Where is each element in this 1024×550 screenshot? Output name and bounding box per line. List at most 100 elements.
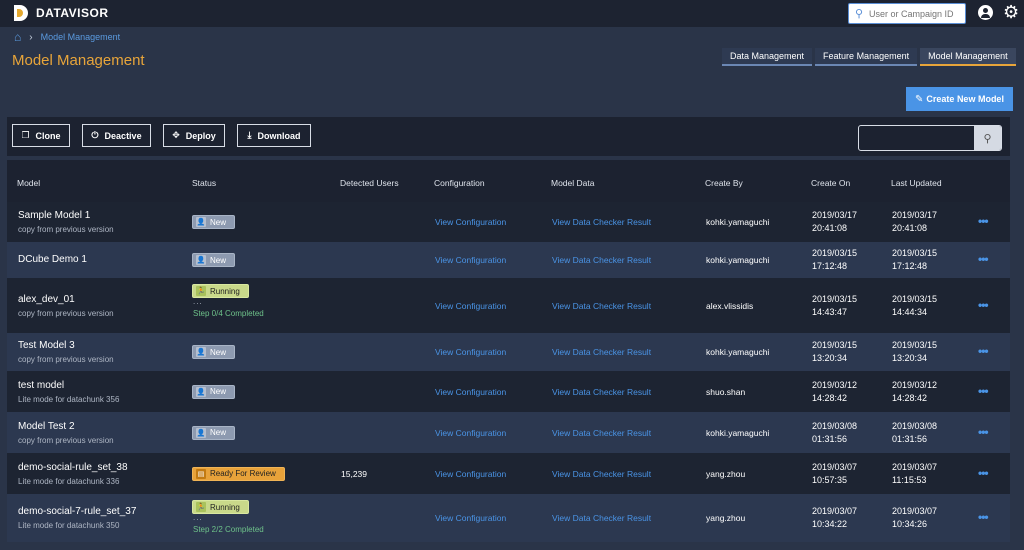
table-row[interactable]: alex_dev_01 copy from previous version 🏃 Ru… [7,278,1010,333]
models-table: Model Status Detected Users Configuratio… [7,160,1010,542]
section-tabs: Data Management Feature Management Model… [722,48,1016,66]
column-header-detected-users[interactable]: Detected Users [340,178,399,188]
table-row[interactable]: Model Test 2 copy from previous version 👤 N… [7,412,1010,453]
column-header-last-updated[interactable]: Last Updated [891,178,942,188]
breadcrumb-current[interactable]: Model Management [41,32,121,42]
created-date: 2019/03/12 [812,379,858,390]
created-time: 17:12:48 [812,261,848,271]
view-configuration-link[interactable]: View Configuration [435,513,506,523]
table-row[interactable]: DCube Demo 1 👤 New View Configuration View D… [7,242,1010,278]
deploy-label: Deploy [185,130,216,141]
model-name[interactable]: Model Test 2 [18,421,75,432]
person-icon: 👤 [196,255,206,265]
more-actions-icon[interactable]: ••• [978,510,989,524]
updated-date: 2019/03/08 [892,420,938,431]
view-data-checker-link[interactable]: View Data Checker Result [552,469,651,479]
model-name[interactable]: demo-social-7-rule_set_37 [18,506,136,517]
global-search-input[interactable] [869,8,961,19]
table-row[interactable]: demo-social-7-rule_set_37 Lite mode for d… [7,494,1010,542]
last-updated: 2019/03/07 10:34:26 [892,505,937,531]
table-row[interactable]: demo-social-rule_set_38 Lite mode for dat… [7,453,1010,494]
model-name[interactable]: Test Model 3 [18,340,75,351]
updated-date: 2019/03/07 [892,461,938,472]
updated-time: 10:34:26 [892,519,928,529]
column-header-model[interactable]: Model [17,178,40,188]
progress-step: Step 0/4 Completed [193,309,264,318]
model-description: copy from previous version [18,225,114,234]
top-bar: DATAVISOR ⚲ ⚙ [0,0,1024,27]
search-button[interactable]: ⚲ [974,126,1001,150]
column-header-create-on[interactable]: Create On [811,178,850,188]
view-data-checker-link[interactable]: View Data Checker Result [552,428,651,438]
last-updated: 2019/03/15 17:12:48 [892,247,937,273]
model-name[interactable]: demo-social-rule_set_38 [18,462,128,473]
created-date: 2019/03/08 [812,420,858,431]
detected-users: 15,239 [341,468,367,479]
view-configuration-link[interactable]: View Configuration [435,347,506,357]
view-configuration-link[interactable]: View Configuration [435,255,506,265]
view-data-checker-link[interactable]: View Data Checker Result [552,217,651,227]
table-row[interactable]: test model Lite mode for datachunk 356 👤 Ne… [7,371,1010,412]
view-data-checker-link[interactable]: View Data Checker Result [552,301,651,311]
view-configuration-link[interactable]: View Configuration [435,428,506,438]
column-header-configuration[interactable]: Configuration [434,178,485,188]
app-logo[interactable]: DATAVISOR [14,5,109,21]
view-data-checker-link[interactable]: View Data Checker Result [552,255,651,265]
status-label: New [210,428,227,437]
tab-feature-management[interactable]: Feature Management [815,48,918,66]
view-configuration-link[interactable]: View Configuration [435,301,506,311]
column-header-model-data[interactable]: Model Data [551,178,594,188]
table-search[interactable]: ⚲ [858,125,1002,151]
download-icon: ⤓ [247,130,252,140]
home-icon[interactable]: ⌂ [14,30,21,44]
column-header-create-by[interactable]: Create By [705,178,743,188]
more-actions-icon[interactable]: ••• [978,214,989,228]
status-label: Running [210,286,240,296]
table-row[interactable]: Test Model 3 copy from previous version 👤 N… [7,333,1010,371]
view-data-checker-link[interactable]: View Data Checker Result [552,513,651,523]
global-search[interactable]: ⚲ [848,3,966,24]
model-name[interactable]: Sample Model 1 [18,210,90,221]
view-data-checker-link[interactable]: View Data Checker Result [552,347,651,357]
column-header-status[interactable]: Status [192,178,216,188]
model-name[interactable]: test model [18,380,64,391]
tab-model-management[interactable]: Model Management [920,48,1016,66]
updated-date: 2019/03/07 [892,506,938,516]
view-configuration-link[interactable]: View Configuration [435,387,506,397]
more-actions-icon[interactable]: ••• [978,384,989,398]
model-description: Lite mode for datachunk 350 [18,521,120,530]
created-time: 14:43:47 [812,306,848,317]
updated-time: 14:44:34 [892,306,928,317]
created-time: 20:41:08 [812,223,848,233]
updated-time: 11:15:53 [892,474,927,485]
view-configuration-link[interactable]: View Configuration [435,217,506,227]
clone-button[interactable]: ❐ Clone [12,124,70,147]
more-actions-icon[interactable]: ••• [978,425,989,439]
view-data-checker-link[interactable]: View Data Checker Result [552,387,651,397]
progress-dots: ... [193,513,203,522]
status-label: New [210,347,227,357]
more-actions-icon[interactable]: ••• [978,344,989,358]
create-new-model-button[interactable]: ✎ Create New Model [906,87,1013,111]
gear-icon[interactable]: ⚙ [1003,2,1019,22]
model-name[interactable]: alex_dev_01 [18,294,75,305]
table-row[interactable]: Sample Model 1 copy from previous version… [7,202,1010,242]
created-by: kohki.yamaguchi [706,427,770,438]
download-label: Download [257,130,301,141]
user-icon[interactable] [978,5,993,20]
more-actions-icon[interactable]: ••• [978,466,989,480]
more-actions-icon[interactable]: ••• [978,298,989,312]
download-button[interactable]: ⤓ Download [237,124,311,147]
deploy-button[interactable]: ✥ Deploy [163,124,225,147]
deactive-button[interactable]: ⏻ Deactive [82,124,151,147]
model-name[interactable]: DCube Demo 1 [18,254,87,265]
created-time: 01:31:56 [812,433,848,444]
status-badge: 👤 New [192,345,236,359]
person-icon: 👤 [196,347,206,357]
tab-data-management[interactable]: Data Management [722,48,813,66]
model-description: Lite mode for datachunk 336 [18,476,120,486]
view-configuration-link[interactable]: View Configuration [435,469,506,479]
updated-time: 20:41:08 [892,223,928,233]
more-actions-icon[interactable]: ••• [978,252,989,266]
table-search-input[interactable] [859,126,975,150]
